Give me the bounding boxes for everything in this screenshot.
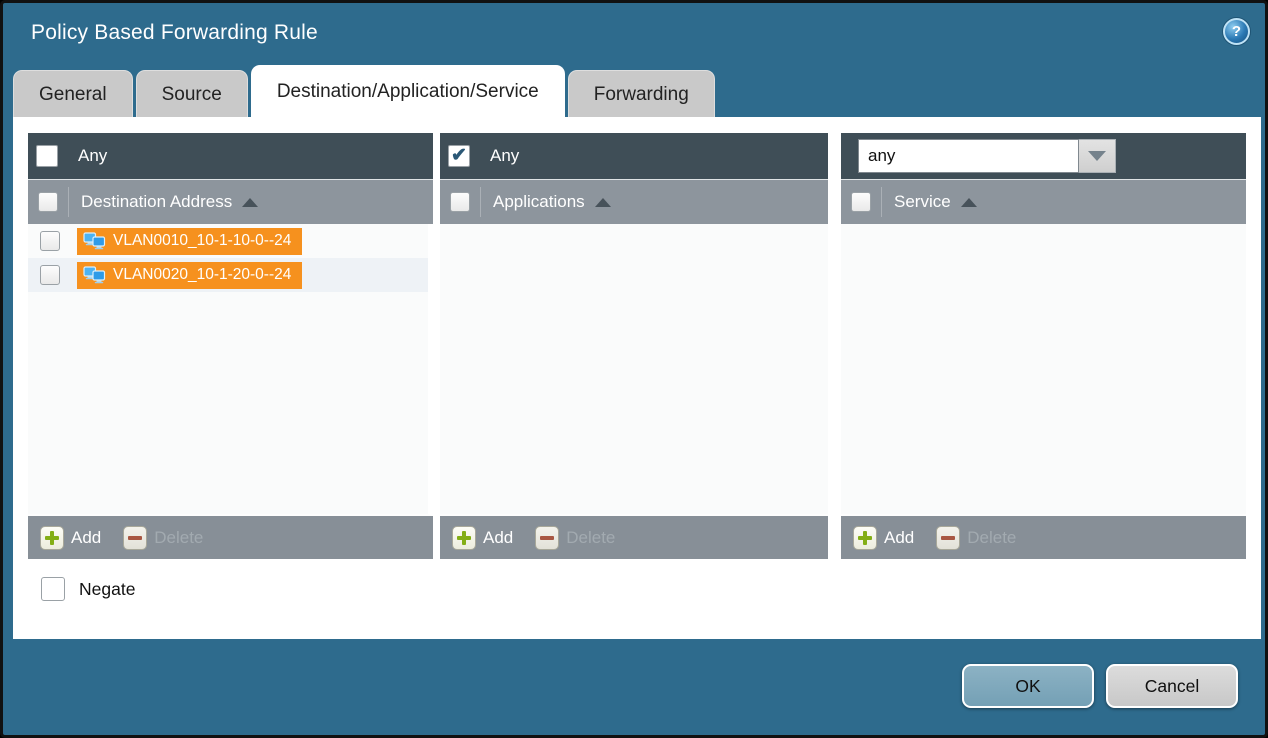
applications-list [440, 224, 828, 516]
delete-label: Delete [967, 528, 1016, 548]
minus-icon [535, 526, 559, 550]
dialog-button-row: OK Cancel [962, 664, 1238, 708]
delete-destination-button[interactable]: Delete [123, 526, 203, 550]
add-label: Add [884, 528, 914, 548]
address-object-label: VLAN0020_10-1-20-0--24 [113, 266, 291, 284]
header-divider [881, 187, 882, 217]
sort-ascending-icon [242, 198, 258, 207]
destination-footer: Add Delete [28, 516, 433, 559]
ok-button[interactable]: OK [962, 664, 1094, 708]
destination-any-bar: Any [28, 133, 433, 180]
delete-application-button[interactable]: Delete [535, 526, 615, 550]
cancel-button[interactable]: Cancel [1106, 664, 1238, 708]
delete-service-button[interactable]: Delete [936, 526, 1016, 550]
applications-column-header[interactable]: Applications [440, 180, 828, 224]
applications-header-label: Applications [493, 192, 585, 212]
negate-checkbox[interactable] [41, 577, 65, 601]
network-address-icon [83, 232, 106, 250]
minus-icon [123, 526, 147, 550]
plus-icon [853, 526, 877, 550]
add-label: Add [71, 528, 101, 548]
header-divider [480, 187, 481, 217]
add-application-button[interactable]: Add [452, 526, 513, 550]
applications-any-label: Any [490, 146, 519, 166]
negate-label: Negate [79, 579, 135, 600]
plus-icon [452, 526, 476, 550]
dialog-title: Policy Based Forwarding Rule [31, 21, 318, 45]
tab-general[interactable]: General [13, 70, 133, 117]
destination-header-label: Destination Address [81, 192, 232, 212]
negate-row: Negate [28, 577, 1261, 601]
service-header-label: Service [894, 192, 951, 212]
service-column-header[interactable]: Service [841, 180, 1246, 224]
add-destination-button[interactable]: Add [40, 526, 101, 550]
row-checkbox[interactable] [40, 265, 60, 285]
table-row[interactable]: VLAN0020_10-1-20-0--24 [28, 258, 428, 292]
address-object-chip[interactable]: VLAN0010_10-1-10-0--24 [77, 228, 302, 255]
tab-forwarding[interactable]: Forwarding [568, 70, 715, 117]
address-object-label: VLAN0010_10-1-10-0--24 [113, 232, 291, 250]
add-label: Add [483, 528, 513, 548]
sort-ascending-icon [961, 198, 977, 207]
tab-source[interactable]: Source [136, 70, 248, 117]
applications-any-checkbox[interactable] [448, 145, 470, 167]
applications-footer: Add Delete [440, 516, 828, 559]
dialog-titlebar: Policy Based Forwarding Rule ? [3, 3, 1265, 65]
service-footer: Add Delete [841, 516, 1246, 559]
minus-icon [936, 526, 960, 550]
destination-address-list: VLAN0010_10-1-10-0--24 [28, 224, 433, 516]
service-type-dropdown: any [858, 139, 1116, 173]
applications-select-all-checkbox[interactable] [450, 192, 470, 212]
tab-bar: General Source Destination/Application/S… [3, 65, 1265, 117]
service-type-dropdown-button[interactable] [1079, 139, 1116, 173]
policy-based-forwarding-dialog: Policy Based Forwarding Rule ? General S… [0, 0, 1268, 738]
delete-label: Delete [154, 528, 203, 548]
tab-destination-application-service[interactable]: Destination/Application/Service [251, 65, 565, 117]
table-row[interactable]: VLAN0010_10-1-10-0--24 [28, 224, 428, 258]
columns-container: Any Destination Address [28, 133, 1261, 559]
tab-content-panel: Any Destination Address [13, 117, 1261, 639]
service-any-bar: any [841, 133, 1246, 180]
sort-ascending-icon [595, 198, 611, 207]
add-service-button[interactable]: Add [853, 526, 914, 550]
plus-icon [40, 526, 64, 550]
service-select-all-checkbox[interactable] [851, 192, 871, 212]
destination-any-checkbox[interactable] [36, 145, 58, 167]
chevron-down-icon [1088, 151, 1106, 161]
service-column: any Service Add [841, 133, 1246, 559]
destination-select-all-checkbox[interactable] [38, 192, 58, 212]
destination-any-label: Any [78, 146, 107, 166]
header-divider [68, 187, 69, 217]
applications-column: Any Applications Add Delete [440, 133, 828, 559]
destination-column-header[interactable]: Destination Address [28, 180, 433, 224]
row-checkbox[interactable] [40, 231, 60, 251]
help-icon[interactable]: ? [1223, 18, 1250, 45]
delete-label: Delete [566, 528, 615, 548]
network-address-icon [83, 266, 106, 284]
service-list [841, 224, 1246, 516]
service-type-value[interactable]: any [858, 139, 1079, 173]
address-object-chip[interactable]: VLAN0020_10-1-20-0--24 [77, 262, 302, 289]
applications-any-bar: Any [440, 133, 828, 180]
destination-address-column: Any Destination Address [28, 133, 433, 559]
